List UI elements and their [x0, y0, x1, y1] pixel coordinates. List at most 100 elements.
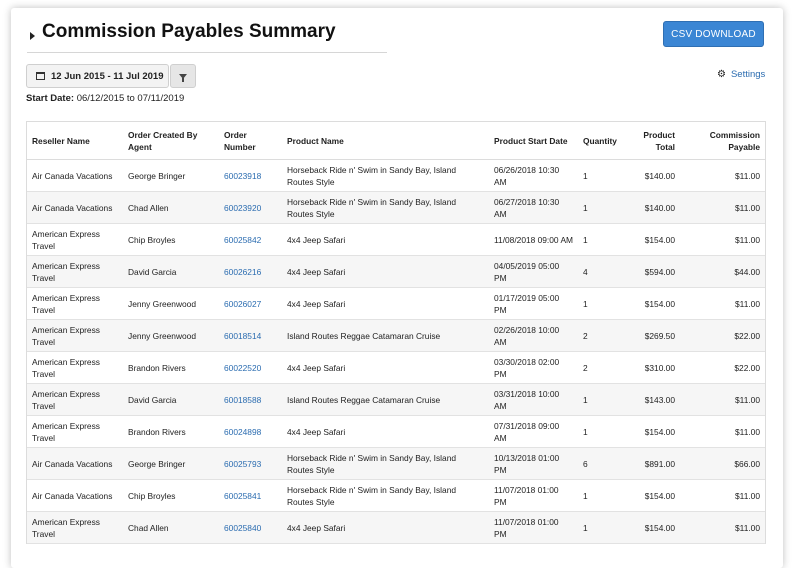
quantity-cell: 2	[578, 351, 632, 384]
table-row: American Express Travel Brandon Rivers 600…	[27, 351, 765, 384]
commission-cell: $11.00	[680, 383, 765, 416]
order-number-link[interactable]: 60023918	[219, 159, 282, 192]
quantity-cell: 2	[578, 319, 632, 352]
order-number-link[interactable]: 60023920	[219, 191, 282, 224]
page-header: Commission Payables Summary	[27, 20, 387, 53]
quantity-cell: 1	[578, 159, 632, 192]
product-name-cell: 4x4 Jeep Safari	[282, 351, 489, 384]
column-header[interactable]: Order Created By Agent	[123, 122, 219, 160]
quantity-cell: 1	[578, 415, 632, 448]
start-date-cell: 06/27/2018 10:30 AM	[489, 191, 578, 224]
product-total-cell: $154.00	[632, 415, 680, 448]
calendar-icon	[36, 72, 45, 80]
quantity-cell: 1	[578, 287, 632, 320]
order-number-link[interactable]: 60024898	[219, 415, 282, 448]
column-header[interactable]: Order Number	[219, 122, 282, 160]
table-row: American Express Travel Jenny Greenwood 60…	[27, 287, 765, 320]
product-total-cell: $891.00	[632, 447, 680, 480]
column-header[interactable]: Quantity	[578, 122, 632, 160]
agent-cell: George Bringer	[123, 159, 219, 192]
order-number-link[interactable]: 60025842	[219, 223, 282, 256]
filter-button[interactable]	[170, 64, 196, 88]
product-total-cell: $143.00	[632, 383, 680, 416]
start-date-cell: 07/31/2018 09:00 AM	[489, 415, 578, 448]
product-total-cell: $154.00	[632, 287, 680, 320]
reseller-name-cell: American Express Travel	[27, 287, 123, 320]
product-total-cell: $154.00	[632, 479, 680, 512]
commission-cell: $11.00	[680, 223, 765, 256]
order-number-link[interactable]: 60022520	[219, 351, 282, 384]
start-date-cell: 11/07/2018 01:00 PM	[489, 511, 578, 544]
order-number-link[interactable]: 60026216	[219, 255, 282, 288]
reseller-name-cell: American Express Travel	[27, 223, 123, 256]
product-name-cell: Island Routes Reggae Catamaran Cruise	[282, 383, 489, 416]
commission-cell: $22.00	[680, 351, 765, 384]
start-date-cell: 11/08/2018 09:00 AM	[489, 223, 578, 256]
date-range-label: 12 Jun 2015 - 11 Jul 2019	[51, 70, 164, 82]
reseller-name-cell: Air Canada Vacations	[27, 191, 123, 224]
product-name-cell: 4x4 Jeep Safari	[282, 287, 489, 320]
start-date-cell: 04/05/2019 05:00 PM	[489, 255, 578, 288]
commission-cell: $66.00	[680, 447, 765, 480]
product-name-cell: Island Routes Reggae Catamaran Cruise	[282, 319, 489, 352]
column-header[interactable]: Product Total	[632, 122, 680, 160]
agent-cell: George Bringer	[123, 447, 219, 480]
product-name-cell: Horseback Ride n' Swim in Sandy Bay, Isl…	[282, 159, 489, 192]
agent-cell: Brandon Rivers	[123, 415, 219, 448]
quantity-cell: 1	[578, 479, 632, 512]
order-number-link[interactable]: 60025793	[219, 447, 282, 480]
product-name-cell: 4x4 Jeep Safari	[282, 415, 489, 448]
order-number-link[interactable]: 60025841	[219, 479, 282, 512]
agent-cell: Chad Allen	[123, 511, 219, 544]
agent-cell: Chad Allen	[123, 191, 219, 224]
product-name-cell: Horseback Ride n' Swim in Sandy Bay, Isl…	[282, 479, 489, 512]
table-header-row: Reseller Name Order Created By Agent Ord…	[27, 122, 765, 160]
column-header[interactable]: Product Start Date	[489, 122, 578, 160]
reseller-name-cell: Air Canada Vacations	[27, 447, 123, 480]
product-name-cell: Horseback Ride n' Swim in Sandy Bay, Isl…	[282, 447, 489, 480]
table-row: American Express Travel Chip Broyles 60025…	[27, 223, 765, 256]
start-date-cell: 10/13/2018 01:00 PM	[489, 447, 578, 480]
commission-cell: $44.00	[680, 255, 765, 288]
product-name-cell: 4x4 Jeep Safari	[282, 223, 489, 256]
commission-cell: $11.00	[680, 415, 765, 448]
caret-right-icon[interactable]	[30, 32, 35, 40]
settings-link[interactable]: ⚙ Settings	[717, 69, 765, 80]
quantity-cell: 1	[578, 511, 632, 544]
start-date-cell: 02/26/2018 10:00 AM	[489, 319, 578, 352]
report-panel: Commission Payables Summary CSV DOWNLOAD…	[11, 8, 783, 568]
table-body: Air Canada Vacations George Bringer 600239…	[27, 159, 765, 544]
table-row: American Express Travel Jenny Greenwood 60…	[27, 319, 765, 352]
product-total-cell: $154.00	[632, 223, 680, 256]
table-row: Air Canada Vacations George Bringer 600257…	[27, 447, 765, 480]
table-row: Air Canada Vacations George Bringer 600239…	[27, 159, 765, 192]
order-number-link[interactable]: 60018588	[219, 383, 282, 416]
commission-cell: $22.00	[680, 319, 765, 352]
column-header[interactable]: Commission Payable	[680, 122, 765, 160]
column-header[interactable]: Reseller Name	[27, 122, 123, 160]
start-date-label: Start Date:	[26, 93, 75, 104]
product-name-cell: 4x4 Jeep Safari	[282, 511, 489, 544]
start-date-value: 06/12/2015 to 07/11/2019	[76, 93, 185, 104]
agent-cell: Chip Broyles	[123, 479, 219, 512]
order-number-link[interactable]: 60025840	[219, 511, 282, 544]
table-row: American Express Travel Chad Allen 6002584…	[27, 511, 765, 544]
csv-download-button[interactable]: CSV DOWNLOAD	[663, 21, 764, 47]
agent-cell: Brandon Rivers	[123, 351, 219, 384]
product-total-cell: $140.00	[632, 191, 680, 224]
order-number-link[interactable]: 60018514	[219, 319, 282, 352]
table-row: Air Canada Vacations Chad Allen 60023920 Ho…	[27, 191, 765, 224]
product-total-cell: $269.50	[632, 319, 680, 352]
product-total-cell: $310.00	[632, 351, 680, 384]
reseller-name-cell: American Express Travel	[27, 319, 123, 352]
reseller-name-cell: Air Canada Vacations	[27, 159, 123, 192]
start-date-cell: 11/07/2018 01:00 PM	[489, 479, 578, 512]
product-total-cell: $140.00	[632, 159, 680, 192]
reseller-name-cell: American Express Travel	[27, 351, 123, 384]
start-date-info: Start Date: 06/12/2015 to 07/11/2019	[26, 93, 184, 104]
column-header[interactable]: Product Name	[282, 122, 489, 160]
commission-cell: $11.00	[680, 479, 765, 512]
order-number-link[interactable]: 60026027	[219, 287, 282, 320]
start-date-cell: 03/31/2018 10:00 AM	[489, 383, 578, 416]
date-range-picker[interactable]: 12 Jun 2015 - 11 Jul 2019	[26, 64, 169, 88]
